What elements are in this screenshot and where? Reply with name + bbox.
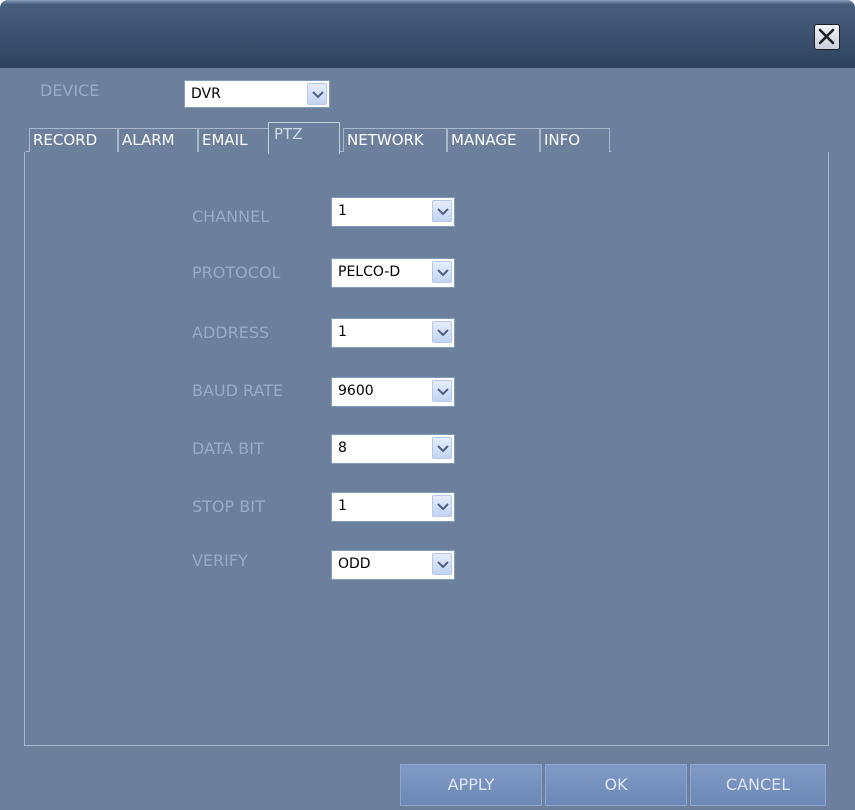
device-select[interactable]: DVR — [184, 80, 330, 108]
protocol-select[interactable]: PELCO-D — [331, 258, 455, 288]
data-bit-dropdown-button[interactable] — [432, 437, 452, 459]
address-select[interactable]: 1 — [331, 318, 455, 348]
verify-select[interactable]: ODD — [331, 550, 455, 580]
chevron-down-icon — [437, 561, 449, 569]
verify-value: ODD — [338, 556, 371, 572]
address-dropdown-button[interactable] — [432, 321, 452, 343]
close-icon — [818, 28, 835, 45]
baud-rate-value: 9600 — [338, 383, 374, 399]
data-bit-select[interactable]: 8 — [331, 434, 455, 464]
title-bar — [0, 0, 855, 68]
protocol-label: PROTOCOL — [192, 263, 281, 282]
chevron-down-icon — [437, 269, 449, 277]
baud-rate-dropdown-button[interactable] — [432, 380, 452, 402]
title-bar-highlight — [0, 0, 855, 4]
address-value: 1 — [338, 324, 347, 340]
stop-bit-value: 1 — [338, 498, 347, 514]
chevron-down-icon — [437, 208, 449, 216]
apply-button[interactable]: APPLY — [400, 764, 542, 806]
device-label: DEVICE — [40, 81, 100, 100]
address-label: ADDRESS — [192, 323, 270, 342]
stop-bit-label: STOP BIT — [192, 497, 265, 516]
tab-email[interactable]: EMAIL — [198, 128, 269, 152]
tab-info[interactable]: INFO — [540, 128, 610, 152]
tab-alarm[interactable]: ALARM — [118, 128, 198, 152]
ptz-settings-dialog: DEVICE DVR RECORD ALARM EMAIL PTZ NETWOR… — [0, 0, 855, 810]
baud-rate-label: BAUD RATE — [192, 381, 284, 400]
chevron-down-icon — [437, 388, 449, 396]
cancel-button[interactable]: CANCEL — [690, 764, 826, 806]
chevron-down-icon — [312, 91, 324, 99]
close-button[interactable] — [814, 24, 840, 50]
tab-record[interactable]: RECORD — [29, 128, 118, 152]
protocol-value: PELCO-D — [338, 264, 401, 280]
channel-label: CHANNEL — [192, 207, 270, 226]
stop-bit-select[interactable]: 1 — [331, 492, 455, 522]
device-value: DVR — [191, 86, 221, 102]
chevron-down-icon — [437, 503, 449, 511]
data-bit-label: DATA BIT — [192, 439, 264, 458]
channel-value: 1 — [338, 203, 347, 219]
baud-rate-select[interactable]: 9600 — [331, 377, 455, 407]
chevron-down-icon — [437, 445, 449, 453]
verify-label: VERIFY — [192, 551, 248, 570]
device-dropdown-button[interactable] — [307, 83, 327, 105]
tab-ptz[interactable]: PTZ — [268, 122, 340, 154]
chevron-down-icon — [437, 329, 449, 337]
data-bit-value: 8 — [338, 440, 347, 456]
tab-network[interactable]: NETWORK — [343, 128, 447, 152]
tab-manage[interactable]: MANAGE — [447, 128, 540, 152]
protocol-dropdown-button[interactable] — [432, 261, 452, 283]
channel-dropdown-button[interactable] — [432, 200, 452, 222]
stop-bit-dropdown-button[interactable] — [432, 495, 452, 517]
ok-button[interactable]: OK — [545, 764, 687, 806]
channel-select[interactable]: 1 — [331, 197, 455, 227]
verify-dropdown-button[interactable] — [432, 553, 452, 575]
